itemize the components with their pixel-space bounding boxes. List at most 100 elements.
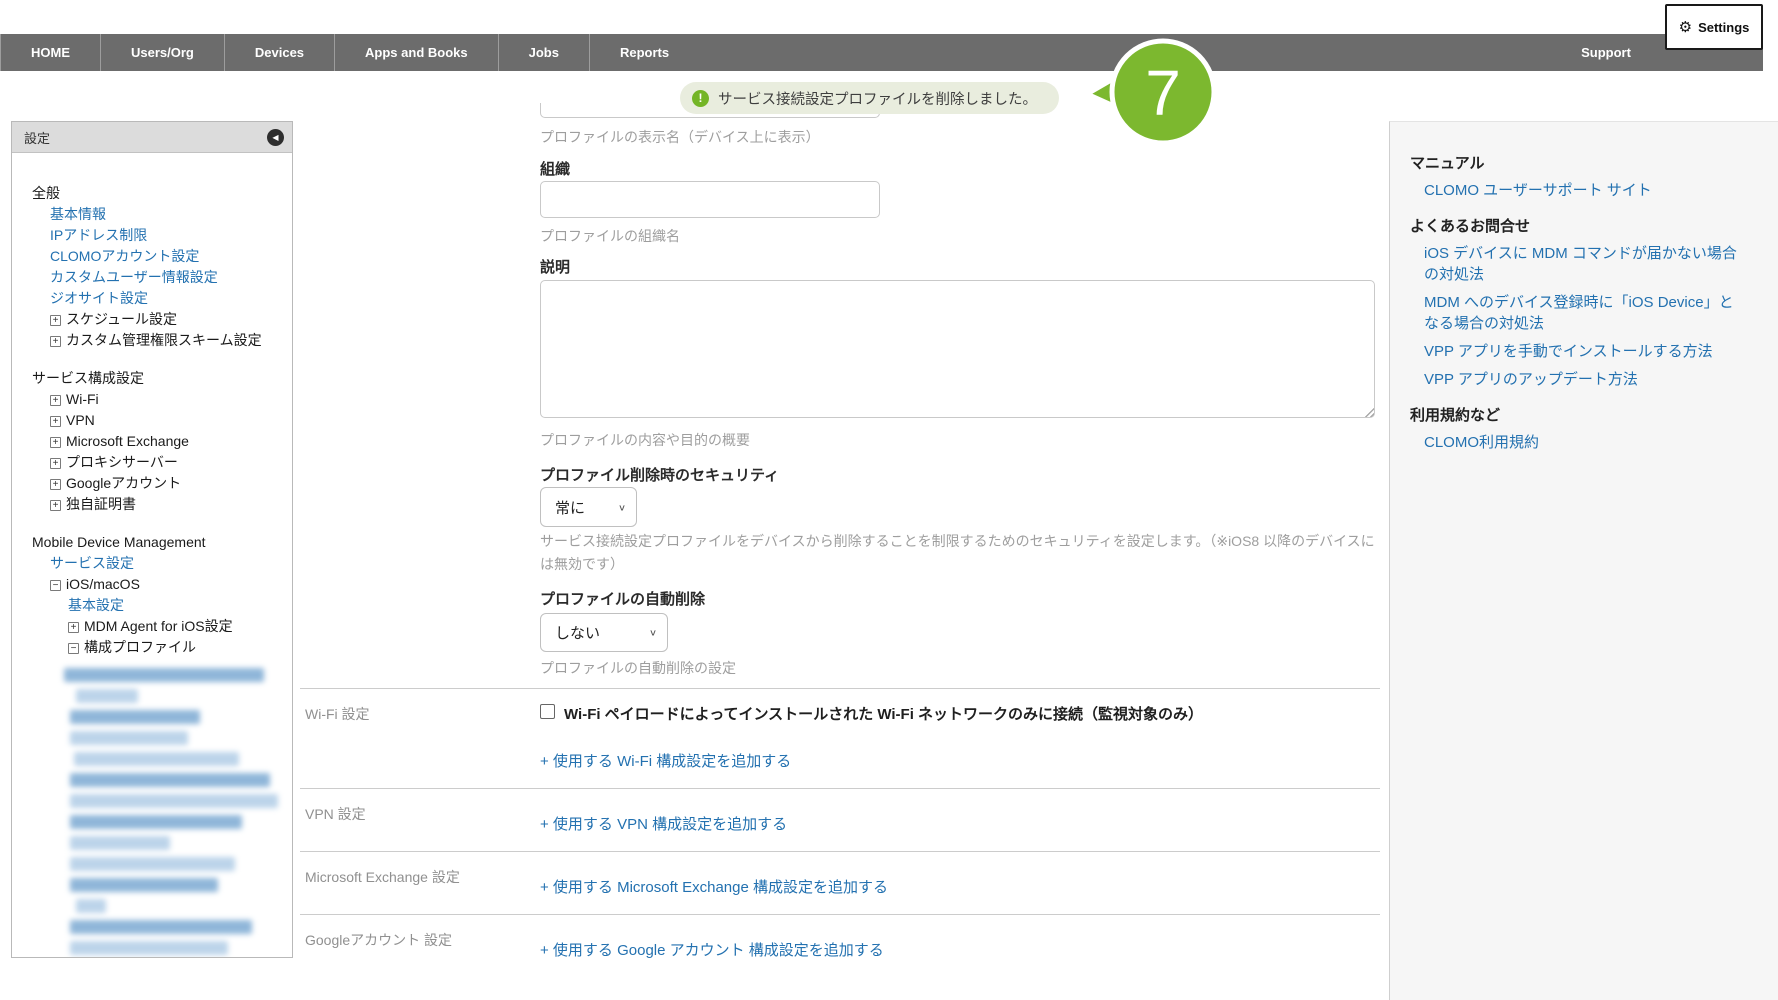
redacted-sidebar-item[interactable] — [70, 857, 235, 871]
help-item: マニュアル — [1410, 154, 1778, 173]
sidebar-item[interactable]: +VPN — [12, 410, 288, 430]
expand-toggle-icon[interactable]: + — [50, 315, 61, 326]
sidebar-item-label: Microsoft Exchange — [66, 433, 189, 449]
help-item-label: iOS デバイスに MDM コマンドが届かない場合の対処法 — [1424, 245, 1737, 283]
checkbox-icon[interactable] — [540, 704, 555, 719]
description-textarea[interactable] — [540, 280, 1375, 418]
redacted-sidebar-item[interactable] — [64, 668, 264, 682]
redacted-sidebar-item[interactable] — [70, 773, 270, 787]
payload-section: Microsoft Exchange 設定 + 使用する Microsoft E… — [300, 851, 1380, 914]
sidebar-item[interactable]: + MDM Agent for iOS設定 — [12, 616, 288, 636]
description-hint: プロファイルの内容や目的の概要 — [540, 430, 750, 450]
nav-item[interactable]: HOME — [0, 34, 100, 71]
nav-item[interactable]: Reports — [589, 34, 699, 71]
sidebar-item[interactable]: + Googleアカウント — [12, 473, 288, 493]
org-input[interactable] — [540, 181, 880, 218]
sidebar-item[interactable]: +カスタム管理権限スキーム設定 — [12, 330, 288, 350]
description-label: 説明 — [540, 256, 570, 277]
sidebar-item-label: サービス構成設定 — [32, 370, 144, 386]
wifi-only-checkbox[interactable]: Wi-Fi ペイロードによってインストールされた Wi-Fi ネットワークのみに… — [540, 703, 1380, 724]
expand-toggle-icon[interactable]: + — [50, 395, 61, 406]
removal-security-label: プロファイル削除時のセキュリティ — [540, 464, 779, 485]
expand-toggle-icon[interactable]: + — [50, 416, 61, 427]
auto-remove-select[interactable]: しない ∨ — [540, 613, 668, 652]
nav-item-label: Users/Org — [131, 45, 194, 60]
payload-section: Wi-Fi 設定 Wi-Fi ペイロードによってインストールされた Wi-Fi … — [300, 688, 1380, 788]
expand-toggle-icon[interactable]: − — [68, 643, 79, 654]
sidebar-item[interactable]: + Microsoft Exchange — [12, 431, 288, 451]
redacted-sidebar-item[interactable] — [76, 899, 106, 913]
sidebar-item[interactable]: サービス設定 — [12, 553, 288, 573]
sidebar-item-label: Mobile Device Management — [32, 534, 206, 550]
redacted-sidebar-item[interactable] — [70, 878, 218, 892]
add-config-link[interactable]: + 使用する VPN 構成設定を追加する — [540, 813, 1380, 834]
nav-item[interactable]: Devices — [224, 34, 334, 71]
redacted-sidebar-item[interactable] — [70, 710, 200, 724]
redacted-sidebar-item[interactable] — [70, 920, 252, 934]
help-item-label: CLOMO利用規約 — [1424, 434, 1539, 451]
sidebar-item[interactable]: +スケジュール設定 — [12, 309, 288, 329]
redacted-sidebar-item[interactable] — [70, 731, 188, 745]
help-item-label: 利用規約など — [1410, 407, 1500, 424]
nav-item[interactable]: Users/Org — [100, 34, 224, 71]
sidebar-item[interactable]: −構成プロファイル — [12, 637, 288, 657]
expand-toggle-icon[interactable]: + — [50, 437, 61, 448]
sidebar-item[interactable]: +Wi-Fi — [12, 389, 288, 409]
redacted-sidebar-item[interactable] — [70, 815, 242, 829]
clomo-settings-page: HOME Users/Org DevicesApps and BooksJobsRe… — [0, 0, 1778, 1000]
help-item[interactable]: CLOMO ユーザーサポート サイト — [1410, 180, 1748, 201]
nav-item[interactable]: Apps and Books — [334, 34, 498, 71]
help-item[interactable]: MDM へのデバイス登録時に「iOS Device」となる場合の対処法 — [1410, 292, 1748, 334]
help-links: マニュアルCLOMO ユーザーサポート サイトよくあるお問合せiOS デバイスに… — [1410, 154, 1778, 453]
auto-remove-hint: プロファイルの自動削除の設定 — [540, 658, 736, 678]
add-config-link[interactable]: + 使用する Google アカウント 構成設定を追加する — [540, 939, 1380, 960]
help-item[interactable]: iOS デバイスに MDM コマンドが届かない場合の対処法 — [1410, 243, 1748, 285]
settings-tab-label: Settings — [1698, 20, 1749, 35]
help-item[interactable]: CLOMO利用規約 — [1410, 432, 1748, 453]
sidebar-item[interactable]: CLOMOアカウント設定 — [12, 246, 288, 266]
sidebar-item[interactable]: 基本設定 — [12, 595, 288, 615]
expand-toggle-icon[interactable]: − — [50, 580, 61, 591]
help-item[interactable]: VPP アプリを手動でインストールする方法 — [1410, 341, 1748, 362]
display-name-hint: プロファイルの表示名（デバイス上に表示） — [540, 127, 820, 147]
chevron-down-icon: ∨ — [618, 502, 626, 512]
step-number: 7 — [1145, 57, 1181, 129]
sidebar-item[interactable]: 基本情報 — [12, 204, 288, 224]
sidebar-item-label: MDM Agent for iOS設定 — [84, 618, 233, 634]
sidebar-item-label: IPアドレス制限 — [50, 227, 147, 243]
sidebar-item[interactable]: IPアドレス制限 — [12, 225, 288, 245]
sidebar-item[interactable]: +プロキシサーバー — [12, 452, 288, 472]
payload-section: VPN 設定 + 使用する VPN 構成設定を追加する — [300, 788, 1380, 851]
removal-security-hint: サービス接続設定プロファイルをデバイスから削除することを制限するためのセキュリテ… — [540, 530, 1385, 576]
expand-toggle-icon[interactable]: + — [68, 622, 79, 633]
step-7-annotation-badge: 7 — [1075, 30, 1225, 152]
help-sidebar: マニュアルCLOMO ユーザーサポート サイトよくあるお問合せiOS デバイスに… — [1389, 121, 1778, 1000]
expand-toggle-icon[interactable]: + — [50, 336, 61, 347]
nav-item[interactable]: Jobs — [498, 34, 589, 71]
redacted-sidebar-item[interactable] — [74, 752, 239, 766]
org-hint: プロファイルの組織名 — [540, 226, 680, 246]
redacted-sidebar-item[interactable] — [76, 689, 138, 703]
removal-security-select[interactable]: 常に ∨ — [540, 487, 637, 527]
sidebar-item[interactable]: ジオサイト設定 — [12, 288, 288, 308]
expand-toggle-icon[interactable]: + — [50, 500, 61, 511]
add-config-link[interactable]: + 使用する Microsoft Exchange 構成設定を追加する — [540, 876, 1380, 897]
redacted-sidebar-item[interactable] — [70, 794, 278, 808]
sidebar-item-label: Googleアカウント — [66, 475, 181, 491]
redacted-sidebar-item[interactable] — [70, 836, 170, 850]
section-label: Googleアカウント 設定 — [305, 930, 452, 950]
add-config-link[interactable]: + 使用する Wi-Fi 構成設定を追加する — [540, 750, 1380, 771]
redacted-sidebar-item[interactable] — [70, 941, 228, 955]
sidebar-item[interactable]: カスタムユーザー情報設定 — [12, 267, 288, 287]
nav-support-link[interactable]: Support — [1570, 34, 1642, 71]
settings-tab[interactable]: ⚙ Settings — [1665, 4, 1763, 50]
removal-security-value: 常に — [555, 497, 585, 518]
expand-toggle-icon[interactable]: + — [50, 458, 61, 469]
sidebar-item-label: iOS/macOS — [66, 576, 140, 592]
help-item[interactable]: VPP アプリのアップデート方法 — [1410, 369, 1748, 390]
expand-toggle-icon[interactable]: + — [50, 479, 61, 490]
sidebar-item[interactable]: +独自証明書 — [12, 494, 288, 514]
sidebar-collapse-button[interactable]: ◀ — [267, 129, 284, 146]
sidebar-item[interactable]: −iOS/macOS — [12, 574, 288, 594]
payload-sections: Wi-Fi 設定 Wi-Fi ペイロードによってインストールされた Wi-Fi … — [300, 688, 1380, 977]
